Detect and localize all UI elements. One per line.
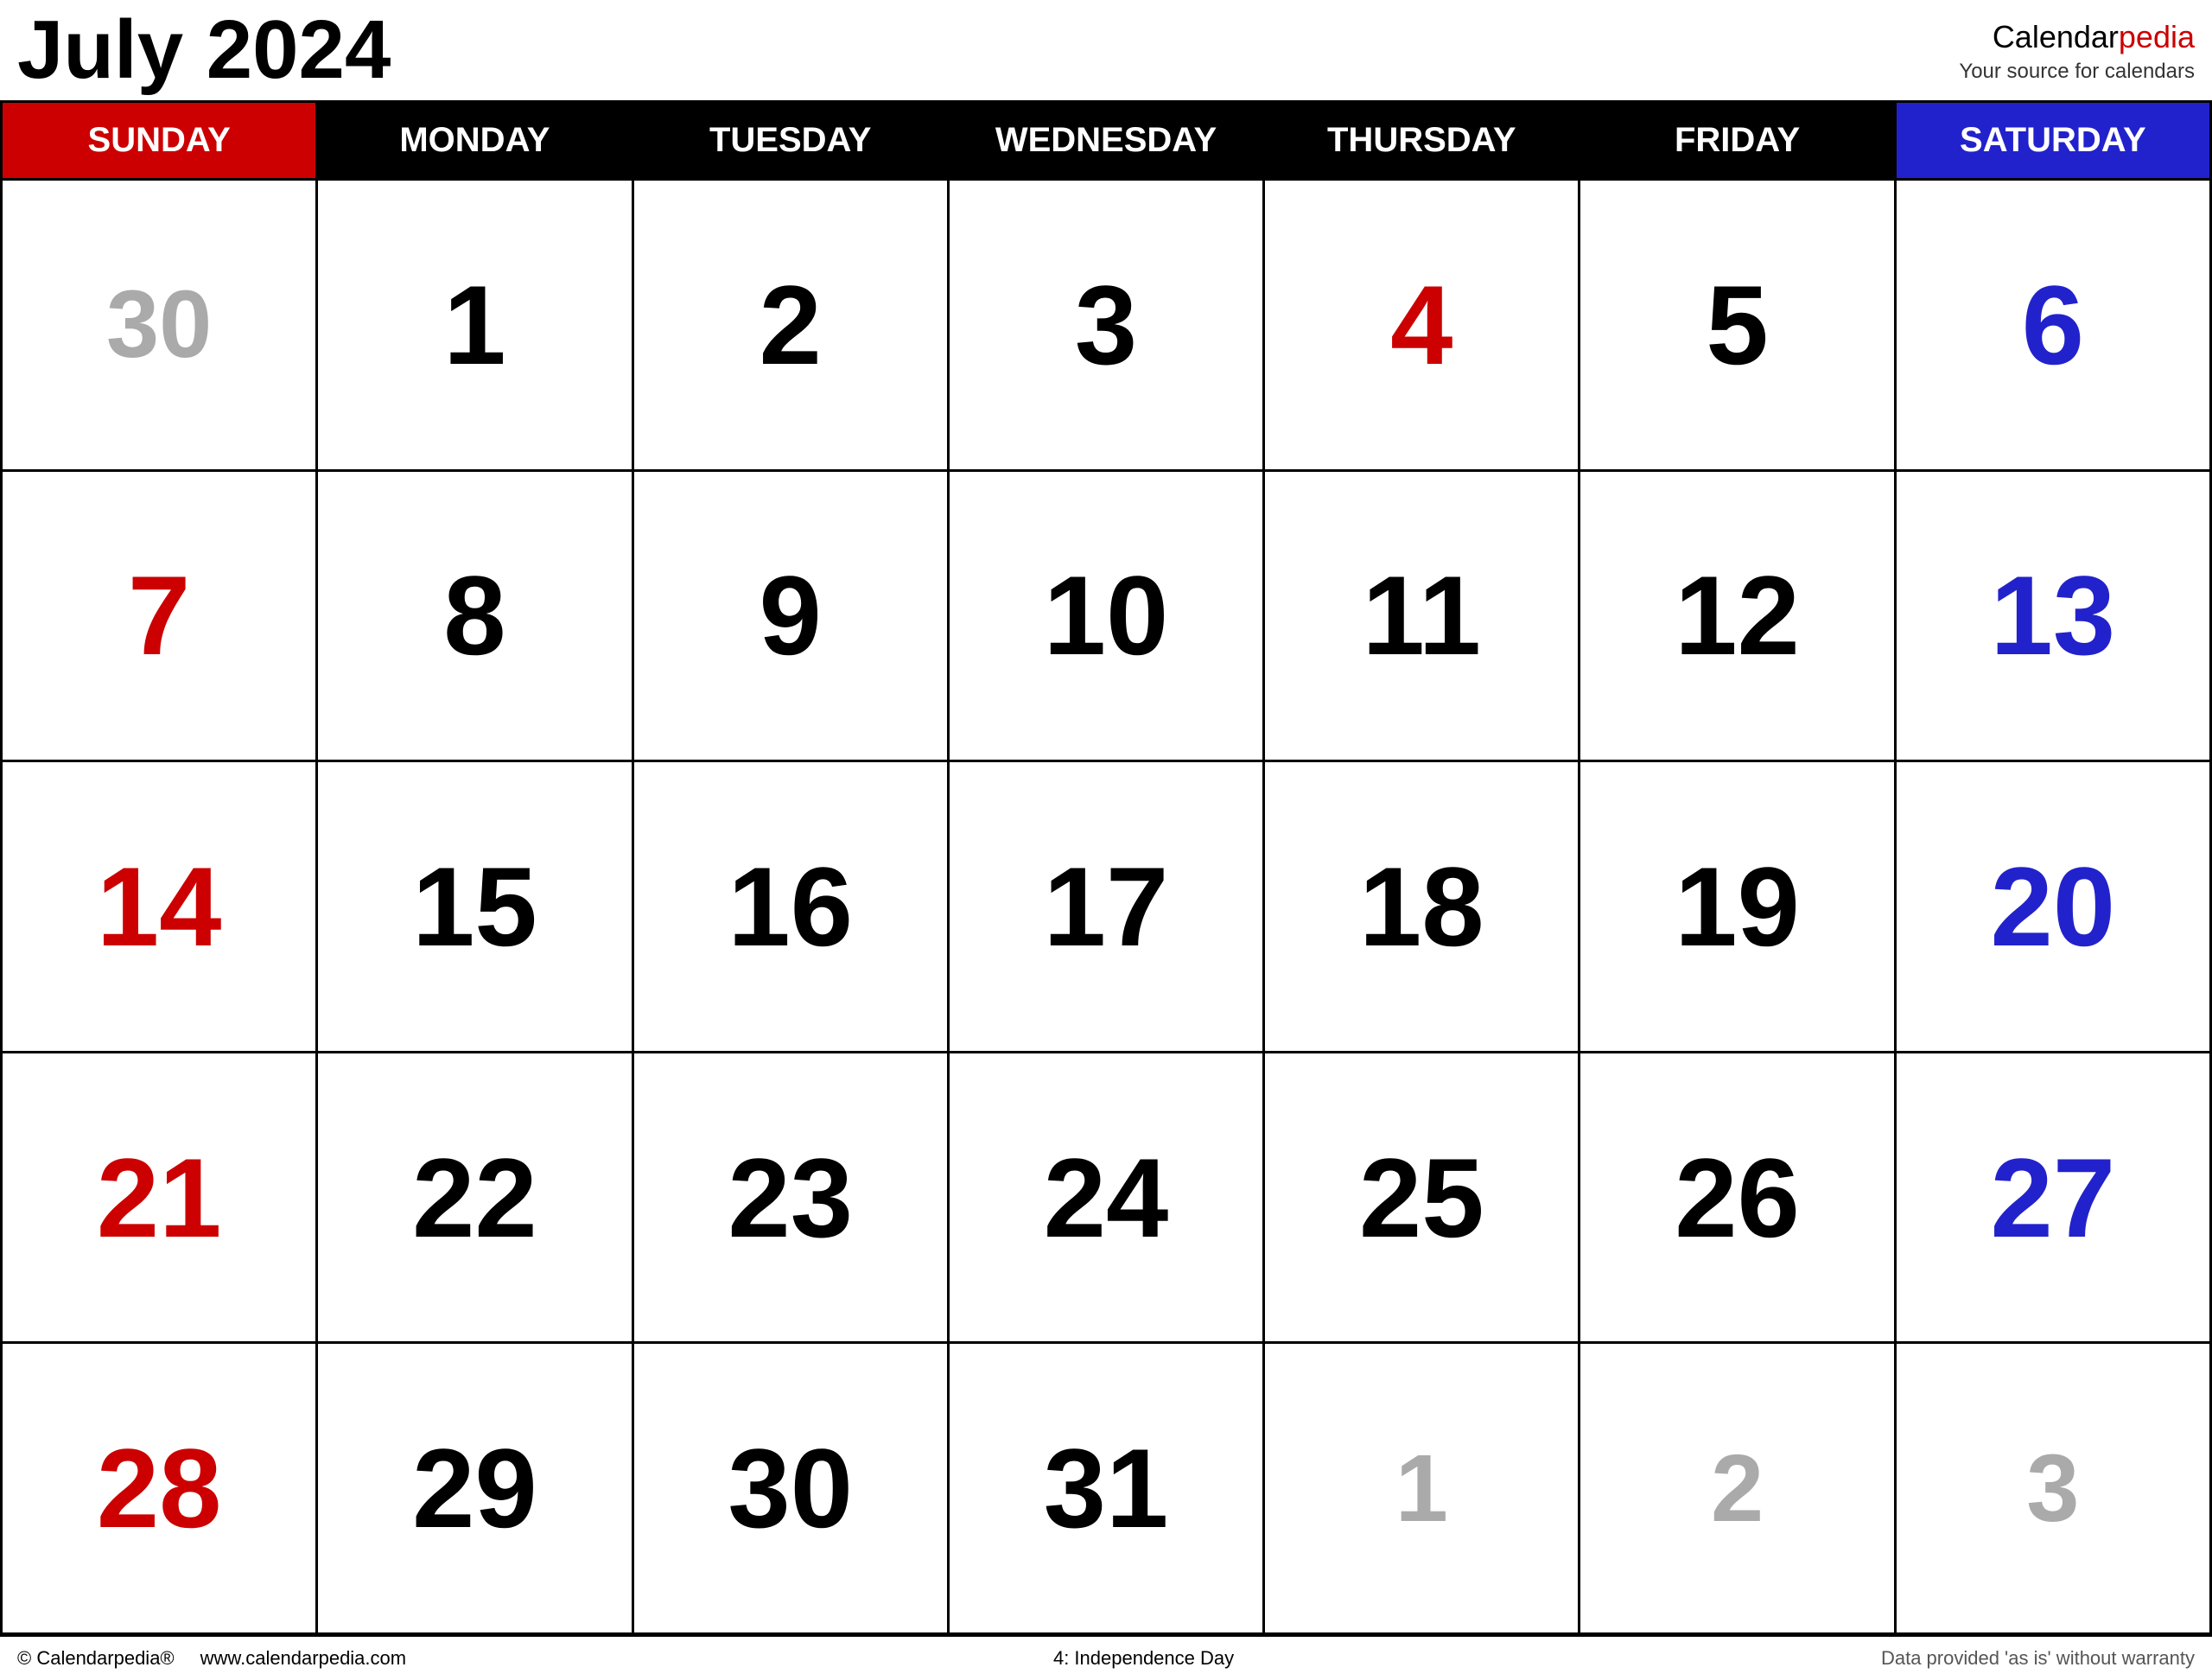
calendar-cell[interactable]: 1	[318, 181, 633, 472]
calendar-cell[interactable]: 13	[1897, 472, 2212, 763]
footer-holiday-note: 4: Independence Day	[1053, 1647, 1234, 1670]
brand-name: Calendarpedia	[1959, 17, 2195, 58]
day-header-tuesday: Tuesday	[634, 103, 950, 181]
calendar-wrapper: July 2024 Calendarpedia Your source for …	[0, 0, 2212, 1680]
calendar-cell[interactable]: 28	[3, 1344, 318, 1635]
calendar-cell[interactable]: 8	[318, 472, 633, 763]
day-header-friday: Friday	[1580, 103, 1896, 181]
calendar-cell[interactable]: 2	[1580, 1344, 1896, 1635]
calendar-cell[interactable]: 31	[950, 1344, 1265, 1635]
calendar-cell[interactable]: 10	[950, 472, 1265, 763]
calendar-week-5: 28293031123	[3, 1344, 2212, 1635]
calendar-cell[interactable]: 6	[1897, 181, 2212, 472]
calendar-cell[interactable]: 16	[634, 762, 950, 1053]
calendar-cell[interactable]: 14	[3, 762, 318, 1053]
calendar-cell[interactable]: 2	[634, 181, 950, 472]
day-header-monday: Monday	[318, 103, 633, 181]
calendar-cell[interactable]: 25	[1265, 1053, 1580, 1345]
header-row: July 2024 Calendarpedia Your source for …	[0, 0, 2212, 100]
footer-copyright: © Calendarpedia®	[17, 1647, 175, 1670]
calendar-cell[interactable]: 4	[1265, 181, 1580, 472]
calendar-cell[interactable]: 11	[1265, 472, 1580, 763]
calendar-cell[interactable]: 20	[1897, 762, 2212, 1053]
calendar-cell[interactable]: 19	[1580, 762, 1896, 1053]
calendar-cell[interactable]: 23	[634, 1053, 950, 1345]
calendar-cell[interactable]: 30	[3, 181, 318, 472]
calendar-cell[interactable]: 27	[1897, 1053, 2212, 1345]
calendar-cell[interactable]: 12	[1580, 472, 1896, 763]
calendar-weeks: 3012345678910111213141516171819202122232…	[3, 181, 2212, 1635]
brand-logo: Calendarpedia Your source for calendars	[1959, 9, 2195, 85]
footer-row: © Calendarpedia® www.calendarpedia.com 4…	[0, 1635, 2212, 1680]
calendar-cell[interactable]: 18	[1265, 762, 1580, 1053]
brand-highlight: pedia	[2119, 19, 2195, 54]
calendar-cell[interactable]: 26	[1580, 1053, 1896, 1345]
calendar-week-2: 78910111213	[3, 472, 2212, 763]
day-header-wednesday: Wednesday	[950, 103, 1265, 181]
month-title: July 2024	[17, 9, 391, 92]
brand-tagline: Your source for calendars	[1959, 58, 2195, 85]
calendar-cell[interactable]: 29	[318, 1344, 633, 1635]
calendar-cell[interactable]: 15	[318, 762, 633, 1053]
calendar-cell[interactable]: 3	[950, 181, 1265, 472]
calendar-grid: SundayMondayTuesdayWednesdayThursdayFrid…	[0, 100, 2212, 1635]
calendar-cell[interactable]: 5	[1580, 181, 1896, 472]
calendar-cell[interactable]: 22	[318, 1053, 633, 1345]
day-header-thursday: Thursday	[1265, 103, 1580, 181]
calendar-cell[interactable]: 7	[3, 472, 318, 763]
calendar-week-1: 30123456	[3, 181, 2212, 472]
calendar-cell[interactable]: 9	[634, 472, 950, 763]
calendar-week-3: 14151617181920	[3, 762, 2212, 1053]
calendar-cell[interactable]: 17	[950, 762, 1265, 1053]
day-header-saturday: Saturday	[1897, 103, 2212, 181]
footer-disclaimer: Data provided 'as is' without warranty	[1881, 1647, 2195, 1670]
calendar-week-4: 21222324252627	[3, 1053, 2212, 1345]
calendar-cell[interactable]: 1	[1265, 1344, 1580, 1635]
calendar-cell[interactable]: 3	[1897, 1344, 2212, 1635]
day-headers: SundayMondayTuesdayWednesdayThursdayFrid…	[3, 103, 2212, 181]
calendar-cell[interactable]: 30	[634, 1344, 950, 1635]
calendar-cell[interactable]: 24	[950, 1053, 1265, 1345]
day-header-sunday: Sunday	[3, 103, 318, 181]
footer-website: www.calendarpedia.com	[200, 1647, 406, 1670]
calendar-cell[interactable]: 21	[3, 1053, 318, 1345]
footer-left: © Calendarpedia® www.calendarpedia.com	[17, 1647, 406, 1670]
